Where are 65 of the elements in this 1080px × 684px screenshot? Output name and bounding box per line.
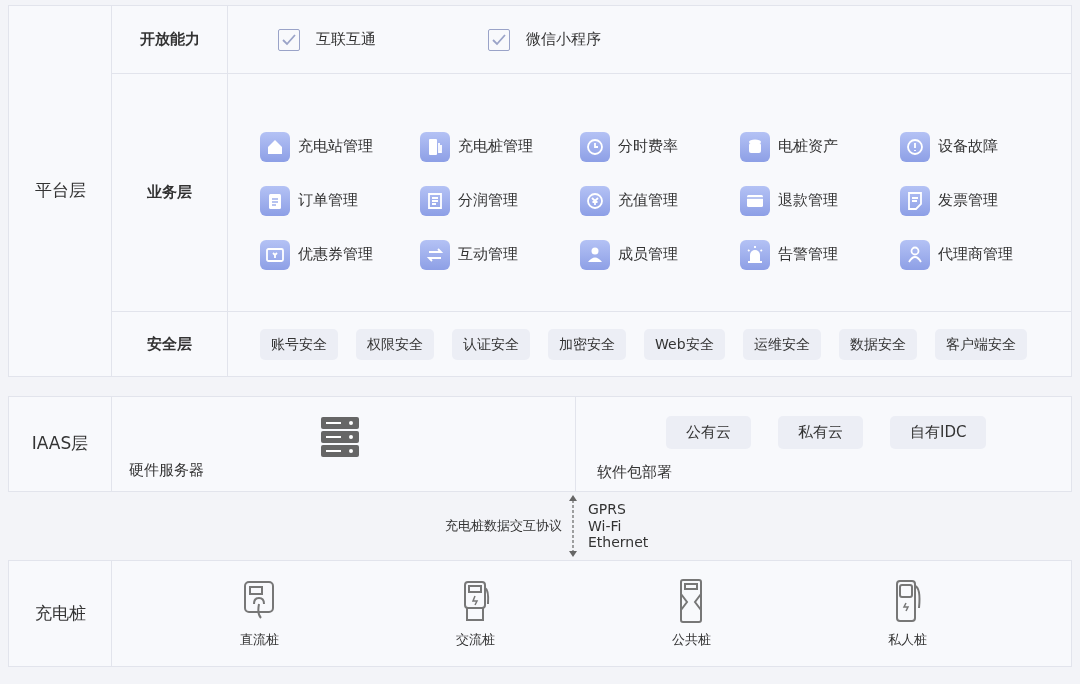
ticket-icon (260, 239, 290, 270)
security-tag: 运维安全 (742, 328, 821, 360)
module-label[interactable]: 订单管理 (298, 189, 358, 212)
module-label[interactable]: 分润管理 (458, 189, 518, 212)
charger-label: 公共桩 (671, 630, 711, 649)
module-label[interactable]: 退款管理 (778, 189, 838, 212)
module-label[interactable]: 充电桩管理 (458, 135, 533, 158)
checkbox-label: 微信小程序 (526, 29, 601, 51)
security-tag: 数据安全 (838, 328, 917, 360)
person-icon (900, 239, 930, 270)
server-icon (321, 417, 359, 457)
module-label[interactable]: 充值管理 (618, 189, 678, 212)
section-label: 开放能力 (112, 6, 228, 73)
double-arrow-icon (568, 494, 578, 558)
clock-icon (580, 131, 610, 162)
card-icon (740, 185, 770, 216)
layer-label: IAAS层 (9, 397, 112, 491)
module-label[interactable]: 发票管理 (938, 189, 998, 212)
siren-icon (740, 239, 770, 270)
section-label: 硬件服务器 (129, 460, 205, 481)
charger-label: 私人桩 (887, 630, 927, 649)
security-tag: 权限安全 (356, 328, 434, 360)
checkmark-icon (282, 33, 296, 46)
protocol-label: 充电桩数据交互协议 (444, 517, 562, 536)
warning-icon (900, 131, 930, 162)
checkbox[interactable] (278, 28, 300, 51)
security-tag: 账号安全 (260, 328, 338, 360)
module-label[interactable]: 成员管理 (618, 243, 678, 266)
module-label[interactable]: 优惠券管理 (298, 243, 373, 266)
clipboard-icon (260, 185, 290, 216)
deploy-option-tag: 公有云 (666, 416, 751, 449)
charger-label: 交流桩 (455, 630, 495, 649)
module-label[interactable]: 互动管理 (458, 243, 518, 266)
section-label: 业务层 (112, 73, 228, 311)
swap-arrows-icon (420, 239, 450, 270)
receipt-icon (900, 185, 930, 216)
module-label[interactable]: 充电站管理 (298, 135, 373, 158)
protocol-name: Wi-Fi (588, 517, 623, 535)
module-label[interactable]: 告警管理 (778, 243, 838, 266)
checkbox[interactable] (488, 28, 510, 51)
coin-icon (580, 185, 610, 216)
layer-label: 平台层 (9, 6, 112, 376)
database-icon (740, 131, 770, 162)
checkmark-icon (492, 33, 506, 46)
module-label[interactable]: 设备故障 (938, 135, 998, 158)
deploy-option-tag: 私有云 (778, 416, 863, 449)
section-label: 安全层 (112, 311, 228, 376)
security-tag: Web安全 (644, 328, 725, 360)
house-icon (260, 131, 290, 162)
module-label[interactable]: 分时费率 (618, 135, 678, 158)
checkbox-label: 互联互通 (316, 29, 376, 51)
security-tag: 认证安全 (452, 328, 530, 360)
module-label[interactable]: 代理商管理 (938, 243, 1013, 266)
protocol-name: Ethernet (588, 534, 649, 552)
deploy-option-tag: 自有IDC (890, 416, 987, 449)
fuel-pump-icon (420, 131, 450, 162)
security-tag: 加密安全 (548, 328, 626, 360)
security-tag: 客户端安全 (934, 328, 1027, 360)
charger-label: 直流桩 (239, 630, 279, 649)
user-icon (580, 239, 610, 270)
document-icon (420, 185, 450, 216)
protocol-name: GPRS (588, 500, 627, 518)
module-label[interactable]: 电桩资产 (778, 135, 838, 158)
section-label: 软件包部署 (597, 461, 673, 483)
layer-label: 充电桩 (9, 561, 112, 666)
